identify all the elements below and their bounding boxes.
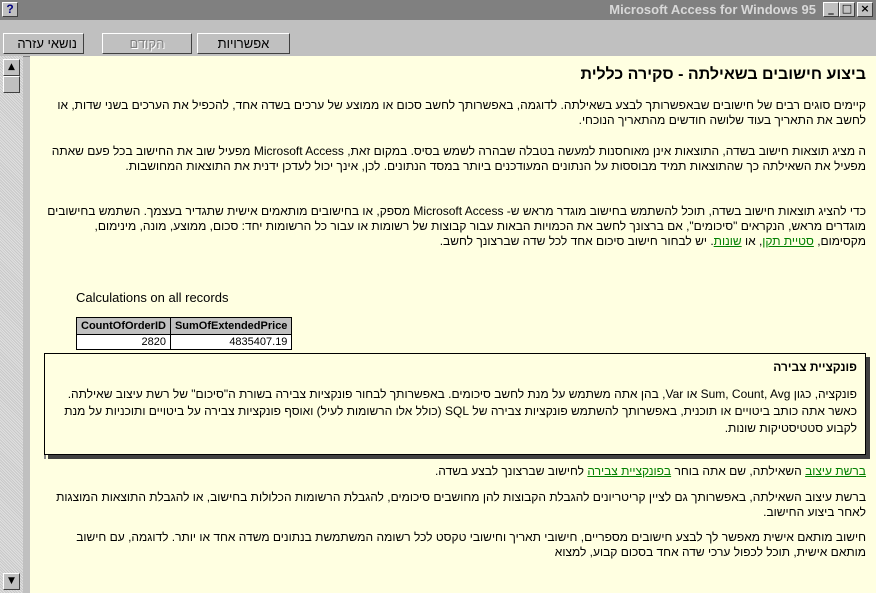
- page-title: ביצוע חישובים בשאילתה - סקירה כללית: [580, 66, 866, 83]
- paragraph-5: ברשת עיצוב השאילתה, באפשרותך גם לציין קר…: [56, 490, 866, 519]
- scroll-down-button[interactable]: ▼: [3, 573, 20, 590]
- help-topics-button[interactable]: נושאי עזרה: [3, 33, 84, 54]
- help-toolbar: נושאי עזרה הקודם אפשרויות: [0, 20, 876, 57]
- scroll-thumb[interactable]: [3, 76, 20, 93]
- variance-link[interactable]: שונות: [714, 234, 742, 248]
- paragraph-2: ה מציג תוצאות חישוב בשדה, התוצאות אינן מ…: [51, 144, 866, 173]
- scroll-up-button[interactable]: ▲: [3, 59, 20, 76]
- window-title: Microsoft Access for Windows 95: [609, 2, 816, 17]
- aggregate-function-link[interactable]: בפונקציית צבירה: [587, 464, 671, 478]
- results-table: CountOfOrderID SumOfExtendedPrice 2820 4…: [76, 317, 293, 350]
- paragraph-6: חישוב מותאם אישית מאפשר לך לבצע חישובים …: [76, 530, 866, 559]
- paragraph-4: ברשת עיצוב השאילתה, שם אתה בוחר בפונקציי…: [46, 464, 866, 479]
- close-button[interactable]: ×: [857, 2, 873, 17]
- column-header: CountOfOrderID: [76, 317, 171, 335]
- help-icon[interactable]: ?: [2, 2, 18, 17]
- table-row: 2820 4835407.19: [76, 334, 293, 350]
- paragraph-3-text-b: , או: [741, 234, 763, 248]
- popup-title: פונקציית צבירה: [773, 360, 857, 374]
- vertical-scrollbar[interactable]: ▲ ▼: [0, 56, 23, 593]
- std-dev-link[interactable]: סטיית תקן: [762, 234, 814, 248]
- design-grid-link[interactable]: ברשת עיצוב: [805, 464, 866, 478]
- table-cell: 2820: [76, 334, 171, 350]
- back-button[interactable]: הקודם: [102, 33, 192, 54]
- column-header: SumOfExtendedPrice: [169, 317, 293, 335]
- calc-example-label: Calculations on all records: [76, 290, 229, 305]
- paragraph-4-text: השאילתה, שם אתה בוחר: [671, 464, 806, 478]
- minimize-button[interactable]: _: [823, 2, 839, 17]
- paragraph-3: כדי להציג תוצאות חישוב בשדה, תוכל להשתמש…: [46, 204, 866, 249]
- definition-popup[interactable]: פונקציית צבירה פונקציה, כגון Sum, Count,…: [44, 353, 866, 455]
- paragraph-3-text-c: . יש לבחור חישוב סיכום אחד לכל שדה שברצו…: [439, 234, 714, 248]
- options-button[interactable]: אפשרויות: [197, 33, 290, 54]
- popup-text: פונקציה, כגון Sum, Count, Avg או Var, בה…: [64, 387, 857, 435]
- title-bar: ? Microsoft Access for Windows 95 _ □ ×: [0, 0, 876, 20]
- paragraph-1: קיימים סוגים רבים של חישובים שבאפשרותך ל…: [57, 98, 866, 127]
- help-content: ביצוע חישובים בשאילתה - סקירה כללית קיימ…: [30, 56, 876, 593]
- maximize-button[interactable]: □: [839, 2, 855, 17]
- paragraph-4-text-b: לחישוב שברצונך לבצע בשדה.: [434, 464, 588, 478]
- table-cell: 4835407.19: [169, 334, 293, 350]
